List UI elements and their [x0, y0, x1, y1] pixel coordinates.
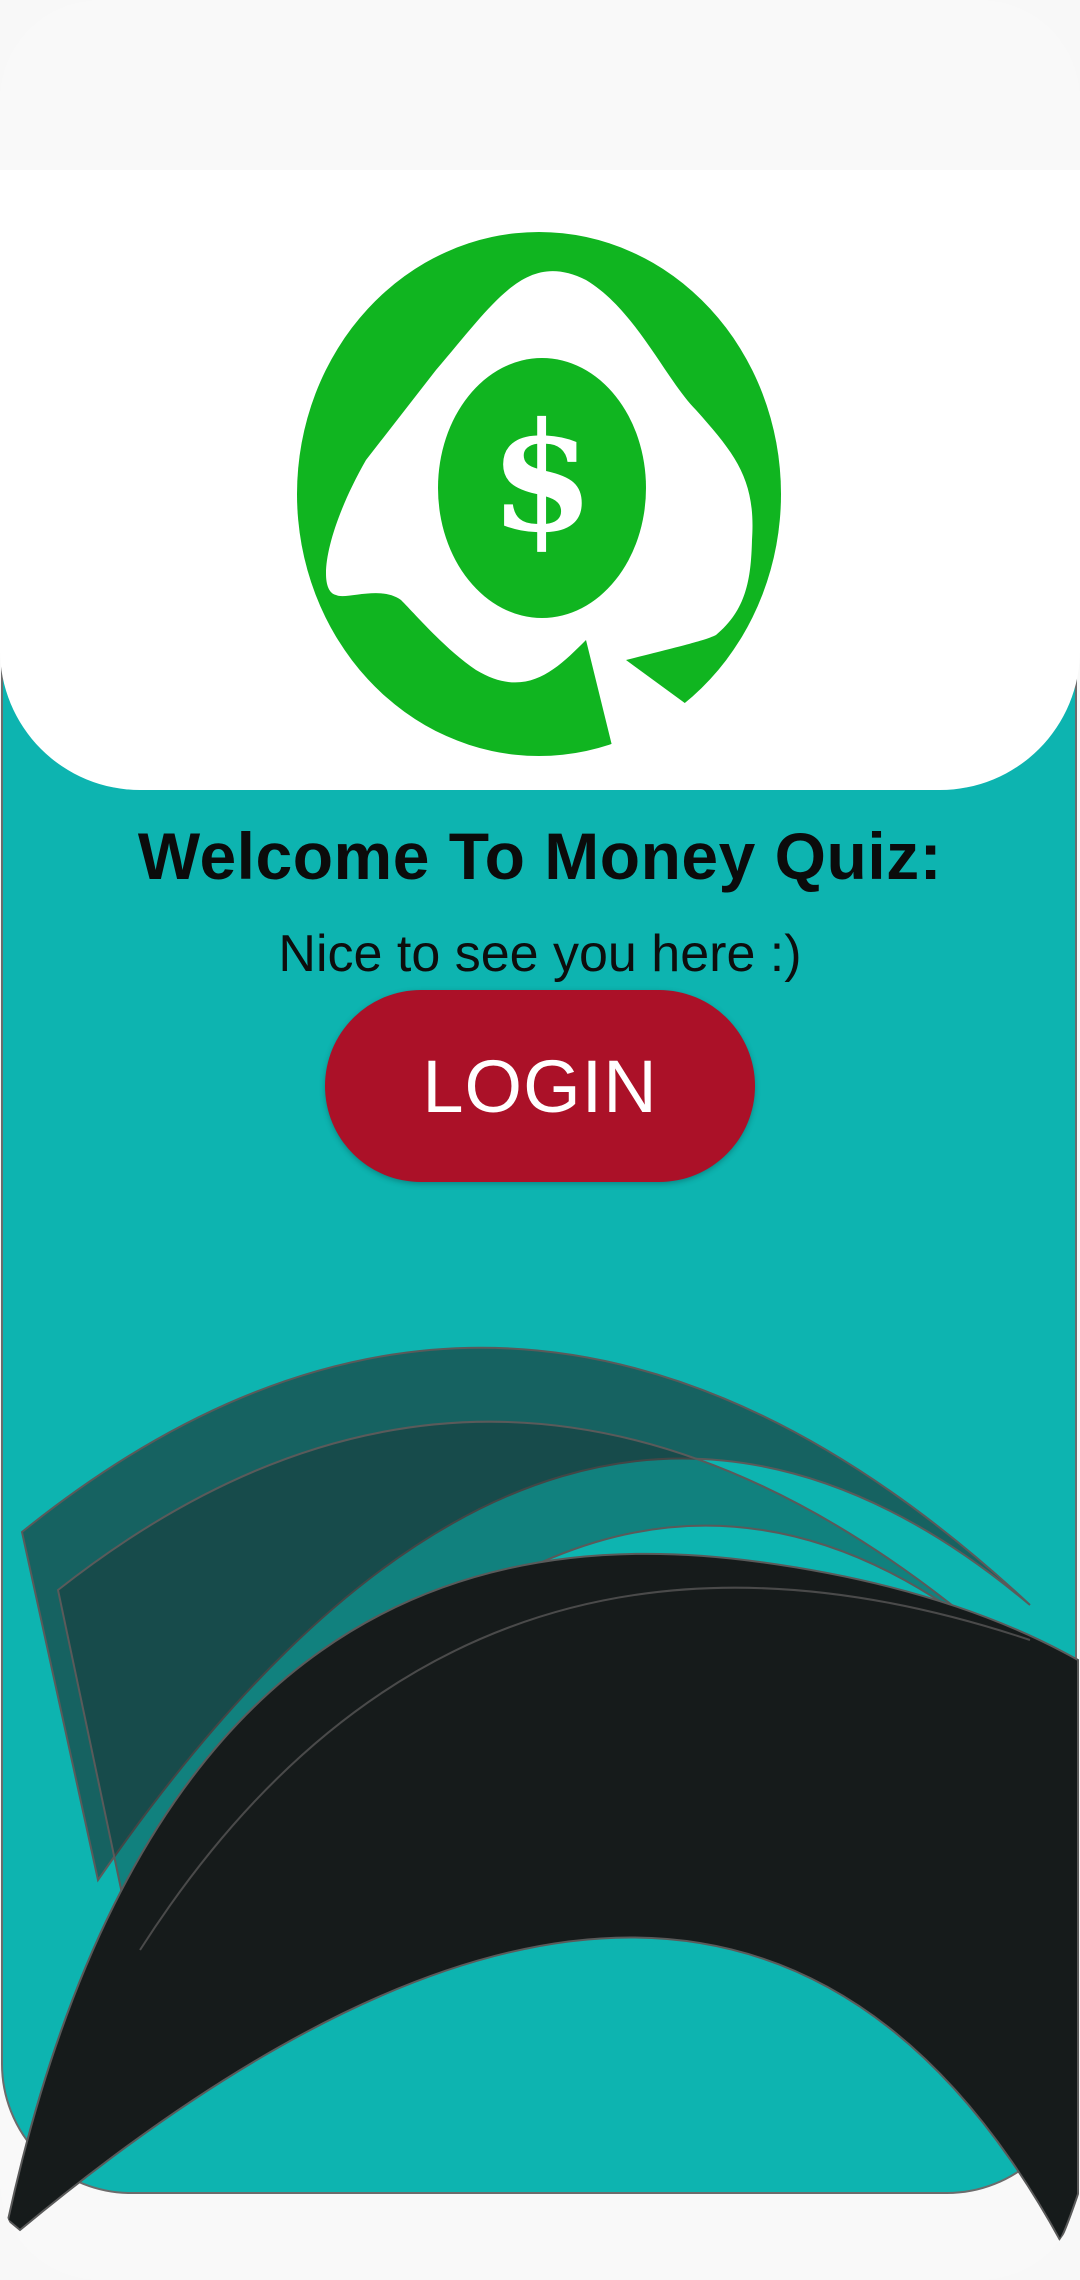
phone-screen: $ Welcome To Money Quiz: Nice to see you… [0, 0, 1080, 2280]
dollar-sign-icon: $ [490, 390, 594, 566]
login-button[interactable]: LOGIN [325, 990, 755, 1182]
status-bar-area [0, 0, 1080, 170]
welcome-subtitle: Nice to see you here :) [278, 925, 802, 983]
welcome-title: Welcome To Money Quiz: [137, 819, 943, 893]
money-quiz-logo-icon: $ [297, 232, 781, 758]
